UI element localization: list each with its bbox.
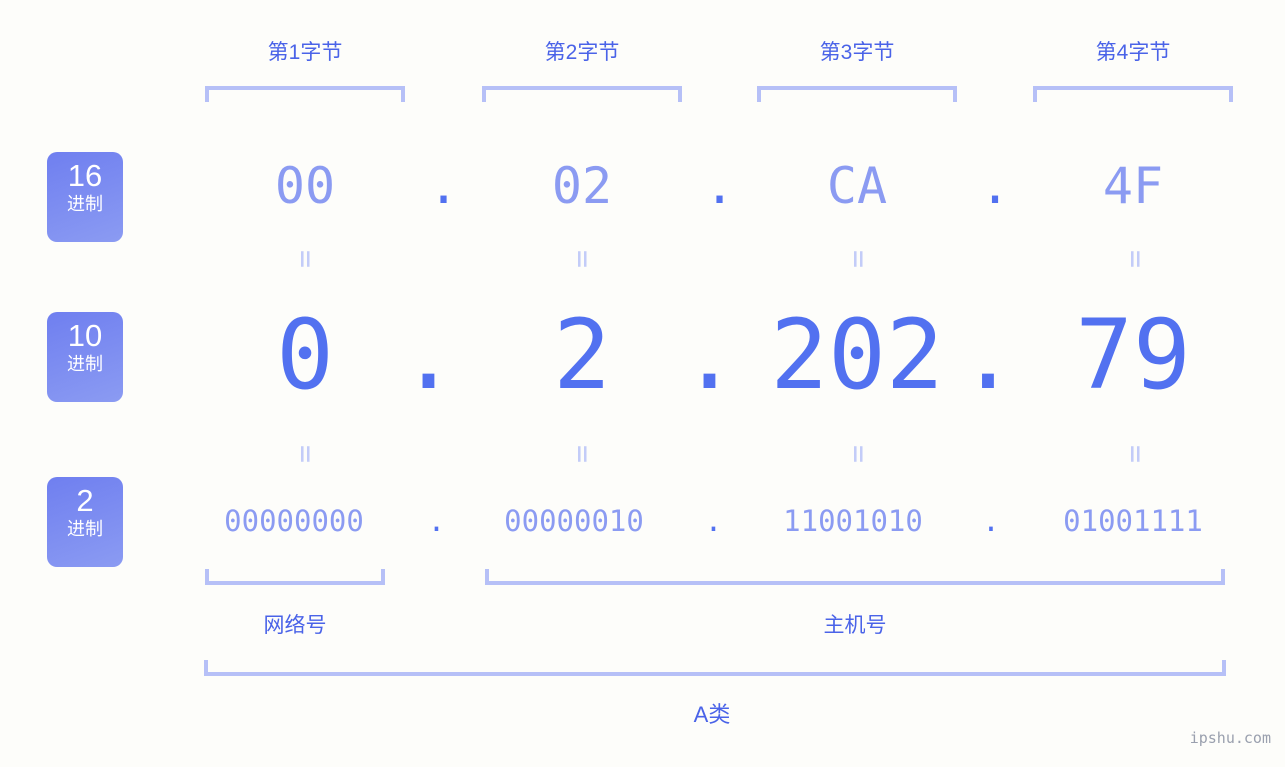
base-badge-dec-number: 10 [67, 318, 103, 353]
host-bracket [485, 569, 1225, 585]
base-badge-bin: 2 进制 [47, 477, 123, 567]
byte-bracket-4 [1033, 86, 1233, 102]
network-bracket [205, 569, 385, 585]
hex-separator-2: . [704, 157, 735, 215]
byte-header-4: 第4字节 [1095, 41, 1171, 64]
dec-octet-2: 2 [553, 299, 611, 411]
dec-separator-3: . [959, 299, 1017, 411]
bin-octet-3: 11001010 [783, 504, 923, 538]
hex-octet-3: CA [826, 157, 888, 215]
base-badge-hex-number: 16 [67, 158, 103, 193]
base-badge-hex: 16 进制 [47, 152, 123, 242]
bin-octet-4: 01001111 [1063, 504, 1203, 538]
hex-octet-1: 00 [274, 157, 336, 215]
bin-octet-2: 00000010 [504, 504, 644, 538]
hex-separator-3: . [979, 157, 1011, 215]
byte-bracket-3 [757, 86, 957, 102]
base-badge-dec: 10 进制 [47, 312, 123, 402]
byte-header-3: 第3字节 [819, 41, 895, 64]
host-label: 主机号 [823, 614, 887, 637]
dec-separator-2: . [680, 299, 739, 411]
bin-separator-2: . [704, 504, 723, 538]
site-watermark: ipshu.com [1189, 729, 1271, 747]
equals-mark-dec-bin-2: = [565, 444, 600, 464]
class-bracket [204, 660, 1226, 676]
hex-separator-1: . [428, 157, 459, 215]
equals-mark-hex-dec-1: = [288, 249, 323, 269]
byte-bracket-1 [205, 86, 405, 102]
equals-mark-dec-bin-1: = [288, 444, 323, 464]
equals-mark-dec-bin-3: = [841, 444, 876, 464]
dec-octet-1: 0 [276, 299, 334, 411]
equals-mark-hex-dec-3: = [841, 249, 876, 269]
hex-octet-4: 4F [1102, 157, 1164, 215]
byte-header-1: 第1字节 [267, 41, 343, 64]
base-badge-bin-unit: 进制 [67, 519, 103, 539]
base-badge-bin-number: 2 [76, 483, 94, 518]
dec-octet-4: 79 [1075, 299, 1191, 411]
class-label: A类 [693, 702, 731, 727]
base-badge-hex-unit: 进制 [67, 194, 103, 214]
ip-breakdown-diagram: 第1字节 第2字节 第3字节 第4字节 16 进制 10 进制 2 进制 00 … [0, 0, 1285, 767]
dec-separator-1: . [399, 299, 458, 411]
dec-octet-3: 202 [770, 299, 944, 411]
base-badge-dec-unit: 进制 [67, 354, 103, 374]
byte-bracket-2 [482, 86, 682, 102]
hex-octet-2: 02 [551, 157, 613, 215]
bin-octet-1: 00000000 [224, 504, 364, 538]
bin-separator-3: . [982, 504, 1000, 538]
byte-header-2: 第2字节 [544, 41, 620, 64]
bin-separator-1: . [427, 504, 446, 538]
equals-mark-hex-dec-2: = [565, 249, 600, 269]
equals-mark-hex-dec-4: = [1118, 249, 1153, 269]
equals-mark-dec-bin-4: = [1118, 444, 1153, 464]
network-label: 网络号 [263, 614, 327, 637]
